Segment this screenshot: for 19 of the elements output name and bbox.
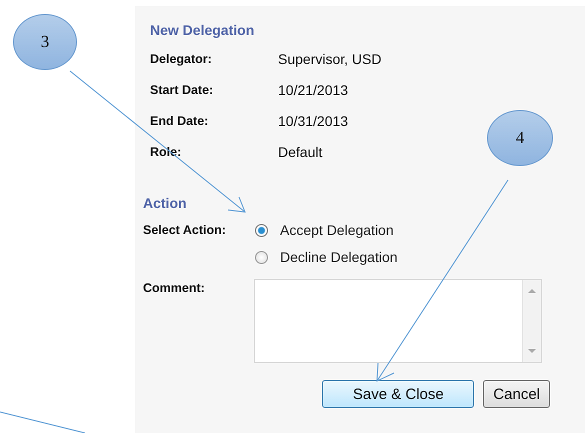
field-label: Start Date: [150, 82, 214, 99]
save-button[interactable]: Save & Close [322, 380, 474, 408]
field-label: Delegator: [150, 51, 213, 68]
section-heading: Action [143, 195, 188, 211]
field-value: Supervisor, USD [278, 50, 382, 68]
cancel-button[interactable]: Cancel [483, 380, 550, 408]
field-label: Select Action: [143, 222, 227, 239]
field-label: Comment: [143, 280, 206, 297]
callout-bubble: 3 [13, 14, 77, 70]
radio-button[interactable] [255, 250, 268, 264]
radio-button[interactable] [255, 224, 268, 236]
section-heading: New Delegation [150, 22, 256, 38]
field-value: Default [278, 143, 324, 161]
radio-label[interactable]: Accept Delegation [280, 222, 394, 238]
radio-label[interactable]: Decline Delegation [280, 249, 398, 265]
field-label: End Date: [150, 113, 210, 130]
comment-field[interactable] [254, 279, 542, 363]
field-value: 10/21/2013 [278, 81, 350, 99]
field-value: 10/31/2013 [278, 112, 350, 130]
